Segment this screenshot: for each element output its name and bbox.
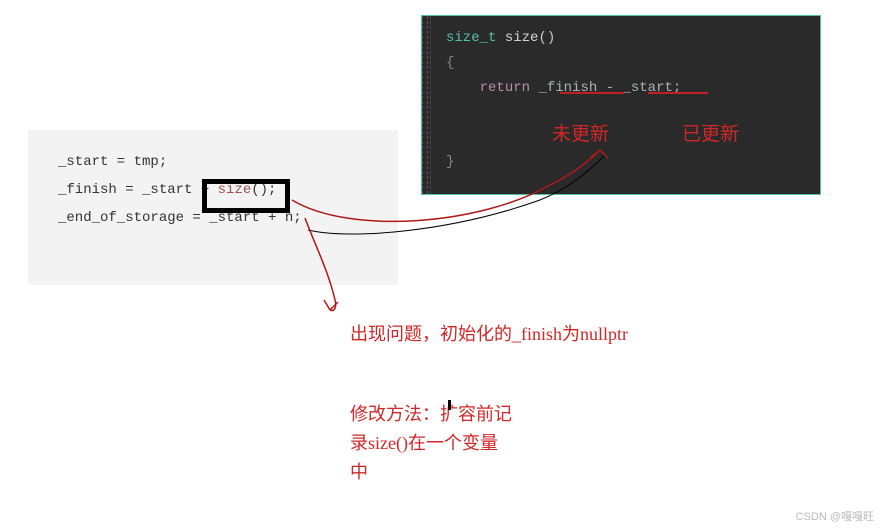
paren-token: () bbox=[538, 30, 555, 46]
annotation-problem: 出现问题，初始化的_finish为nullptr bbox=[350, 320, 628, 349]
return-keyword: return bbox=[480, 80, 530, 96]
underline-finish bbox=[560, 92, 624, 94]
annotation-fix: 修改方法：扩容前记 录size()在一个变量 中 bbox=[350, 400, 512, 486]
code-line-finish-assign: _finish = _start + size(); bbox=[58, 176, 388, 204]
type-token: size_t bbox=[446, 30, 496, 46]
code-line-signature: size_t size() bbox=[446, 26, 820, 51]
size-call: size bbox=[218, 182, 252, 198]
code-line-start-assign: _start = tmp; bbox=[58, 148, 388, 176]
code-line-brace-close: } bbox=[446, 150, 820, 175]
right-code-panel: size_t size() { return _finish - _start;… bbox=[421, 15, 821, 195]
left-code-panel: _start = tmp; _finish = _start + size();… bbox=[28, 130, 398, 285]
func-name: size bbox=[496, 30, 538, 46]
code-line-endofstorage: _end_of_storage = _start + n; bbox=[58, 204, 388, 232]
annotation-not-updated: 未更新 bbox=[552, 120, 609, 150]
code-line-return: return _finish - _start; bbox=[446, 76, 820, 101]
watermark: CSDN @嘎嘎旺 bbox=[796, 508, 874, 524]
underline-start bbox=[648, 92, 708, 94]
annotation-updated: 已更新 bbox=[682, 120, 739, 150]
code-line-brace-open: { bbox=[446, 51, 820, 76]
code-gutter-line bbox=[430, 16, 431, 194]
code-gutter bbox=[422, 16, 428, 194]
